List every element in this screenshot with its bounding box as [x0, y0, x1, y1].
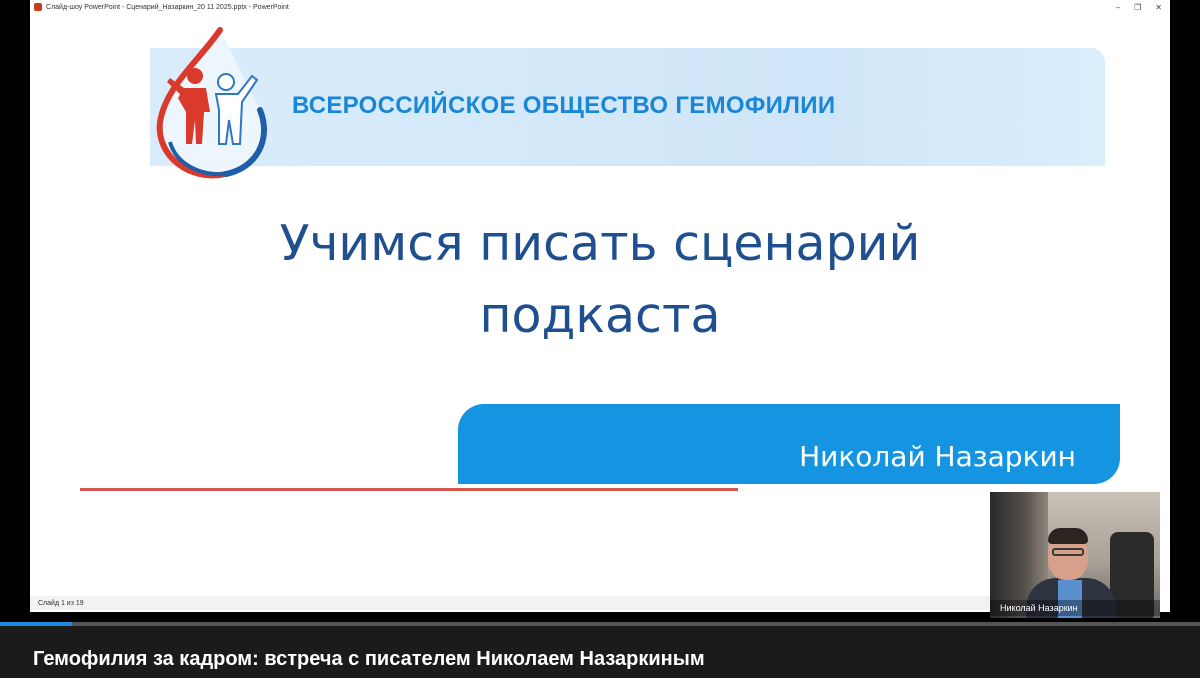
- person-hair: [1048, 528, 1088, 544]
- author-name: Николай Назаркин: [799, 440, 1076, 473]
- powerpoint-icon: [34, 3, 42, 11]
- video-caption: Гемофилия за кадром: встреча с писателем…: [33, 648, 705, 670]
- restore-button[interactable]: ❐: [1134, 3, 1141, 12]
- slide-title: Учимся писать сценарий подкаста: [80, 208, 1120, 352]
- organization-name: ВСЕРОССИЙСКОЕ ОБЩЕСТВО ГЕМОФИЛИИ: [292, 92, 836, 119]
- glasses: [1052, 548, 1084, 556]
- status-bar: Слайд 1 из 19: [30, 596, 990, 610]
- divider-line: [80, 488, 738, 491]
- window-title: Слайд-шоу PowerPoint - Сценарий_Назаркин…: [46, 3, 289, 11]
- minimize-button[interactable]: –: [1116, 3, 1120, 12]
- slide-counter: Слайд 1 из 19: [38, 599, 84, 607]
- organization-logo: [156, 27, 267, 179]
- participant-name: Николай Назаркин: [990, 600, 1160, 616]
- window-controls: – ❐ ✕: [1116, 0, 1162, 14]
- slide-title-line-2: подкаста: [479, 287, 721, 344]
- slide[interactable]: ВСЕРОССИЙСКОЕ ОБЩЕСТВО ГЕМОФИЛИИ Учимся …: [80, 16, 1120, 601]
- webcam-tile[interactable]: Николай Назаркин: [990, 492, 1160, 618]
- video-caption-bar: Гемофилия за кадром: встреча с писателем…: [0, 626, 1200, 678]
- window-title-bar: Слайд-шоу PowerPoint - Сценарий_Назаркин…: [30, 0, 1170, 14]
- author-banner: Николай Назаркин: [458, 404, 1120, 484]
- slide-title-line-1: Учимся писать сценарий: [279, 215, 921, 272]
- close-button[interactable]: ✕: [1155, 3, 1162, 12]
